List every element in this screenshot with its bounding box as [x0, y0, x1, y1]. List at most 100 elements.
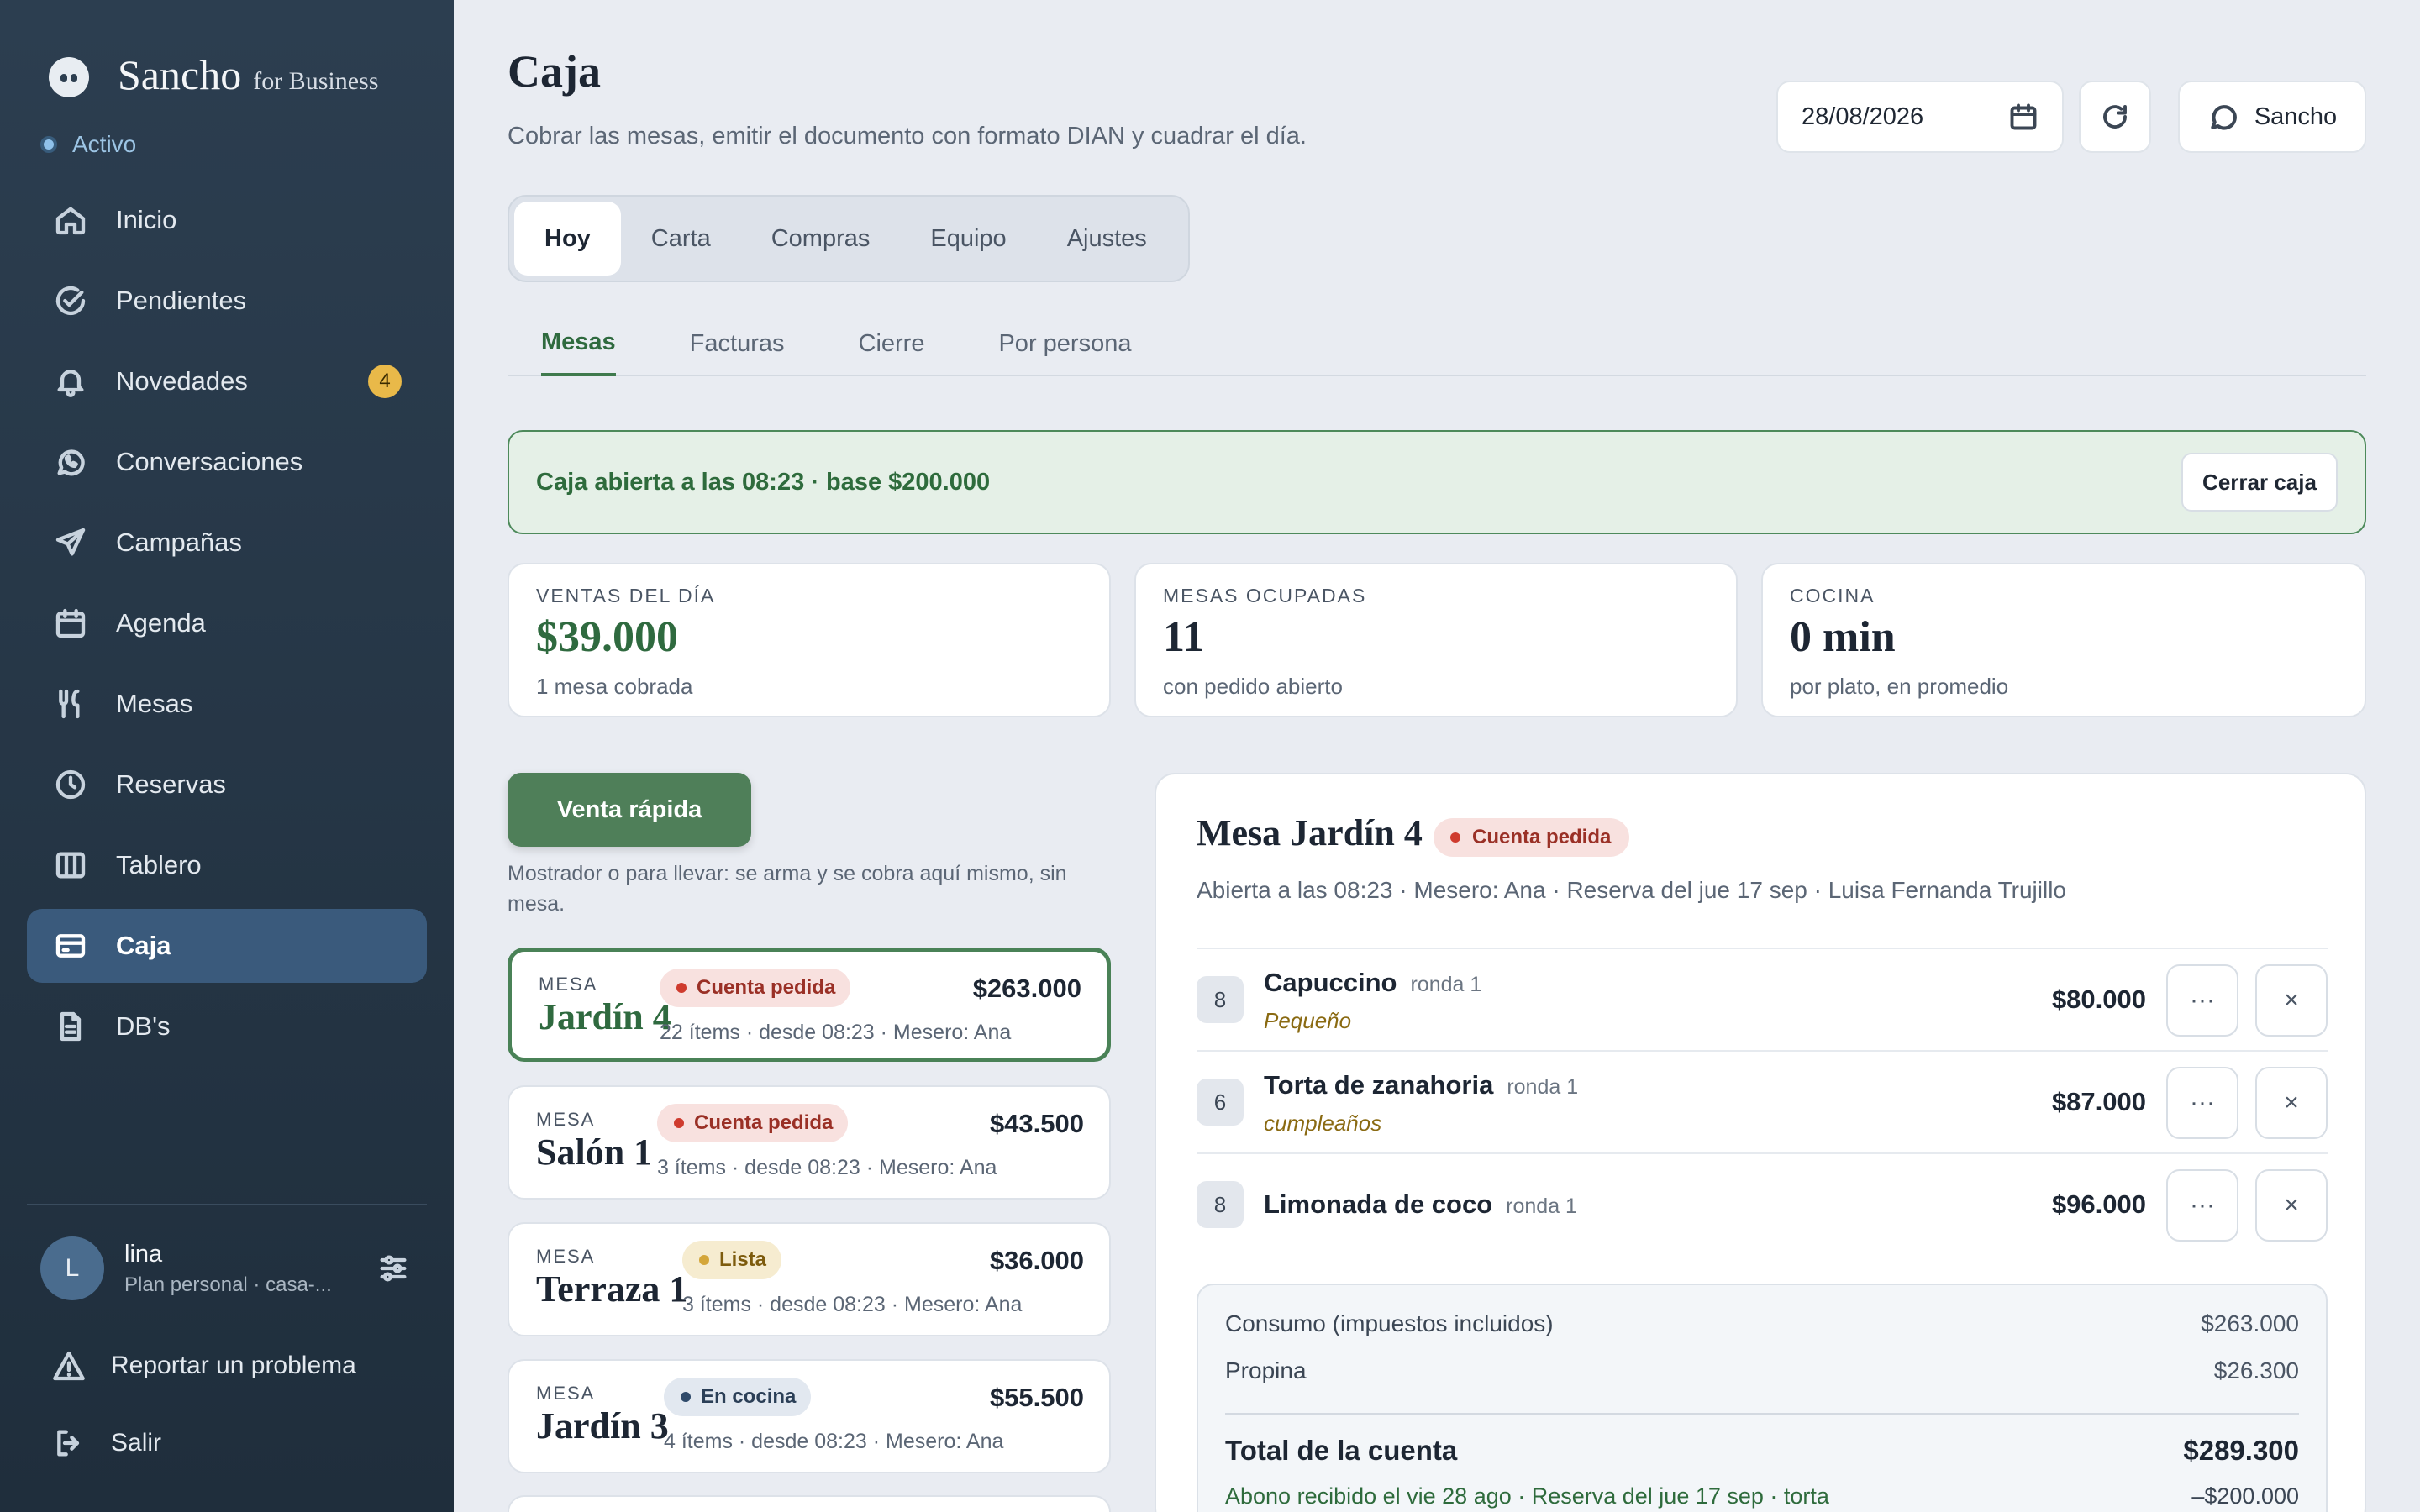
sancho-logo-icon — [49, 57, 89, 97]
user-profile[interactable]: L lina Plan personal · casa-... — [40, 1236, 410, 1300]
order-line: 8 Limonada de coco ronda 1 $96.000 ··· × — [1197, 1154, 2328, 1257]
refresh-icon — [2103, 105, 2127, 129]
table-card-next[interactable] — [508, 1495, 1111, 1512]
main-tabs: Hoy Carta Compras Equipo Ajustes — [508, 195, 1190, 282]
table-card-jardin-4[interactable]: MESA Jardín 4 Cuenta pedida $263.000 22 … — [508, 948, 1111, 1062]
subtab-facturas[interactable]: Facturas — [690, 311, 785, 376]
kpi-value: $39.000 — [536, 613, 678, 661]
sidebar-item-label: Agenda — [116, 608, 206, 638]
remove-line-button[interactable]: × — [2255, 1067, 2328, 1139]
status-indicator: Activo — [40, 131, 136, 158]
more-options-button[interactable]: ··· — [2166, 1067, 2238, 1139]
subtab-por-persona[interactable]: Por persona — [998, 311, 1131, 376]
user-plan: Plan personal · casa-... — [124, 1273, 332, 1296]
status-badge: Cuenta pedida — [1434, 818, 1630, 857]
check-circle-icon — [54, 284, 87, 318]
page-title: Caja — [508, 46, 601, 97]
report-problem-link[interactable]: Reportar un problema — [52, 1341, 356, 1391]
totals-propina-row: Propina $26.300 — [1225, 1357, 2299, 1404]
total-value: $289.300 — [2183, 1435, 2299, 1466]
sidebar-item-conversaciones[interactable]: Conversaciones — [27, 425, 427, 499]
line-note: Pequeño — [1264, 1008, 1352, 1033]
sancho-button-label: Sancho — [2254, 102, 2338, 130]
table-card-jardin-3[interactable]: MESA Jardín 3 En cocina $55.500 4 ítems … — [508, 1359, 1111, 1473]
calendar-icon — [54, 606, 87, 640]
line-name-text: Torta de zanahoria — [1264, 1070, 1494, 1100]
sidebar: Sancho for Business Activo Inicio Pendie… — [0, 0, 454, 1512]
sidebar-item-novedades[interactable]: Novedades 4 — [27, 344, 427, 418]
totals-value: $26.300 — [2213, 1357, 2299, 1383]
sidebar-item-label: Pendientes — [116, 286, 247, 315]
status-badge: Lista — [682, 1241, 782, 1279]
sidebar-item-label: Caja — [116, 931, 171, 960]
tab-ajustes[interactable]: Ajustes — [1037, 202, 1177, 276]
table-detail-panel: Mesa Jardín 4 Cuenta pedida Abierta a la… — [1155, 773, 2366, 1512]
totals-consumo-row: Consumo (impuestos incluidos) $263.000 — [1225, 1310, 2299, 1357]
refresh-button[interactable] — [2079, 81, 2151, 153]
sancho-assistant-button[interactable]: Sancho — [2178, 81, 2366, 153]
cash-open-banner: Caja abierta a las 08:23 · base $200.000… — [508, 430, 2366, 534]
status-badge-label: Lista — [719, 1248, 767, 1271]
brand[interactable]: Sancho for Business — [49, 49, 378, 99]
send-icon — [54, 526, 87, 559]
logout-label: Salir — [111, 1429, 162, 1457]
remove-line-button[interactable]: × — [2255, 964, 2328, 1037]
sidebar-item-mesas[interactable]: Mesas — [27, 667, 427, 741]
tab-equipo[interactable]: Equipo — [900, 202, 1036, 276]
sidebar-item-campanas[interactable]: Campañas — [27, 506, 427, 580]
totals-total-row: Total de la cuenta $289.300 — [1225, 1435, 2299, 1483]
bell-icon — [54, 365, 87, 398]
date-picker[interactable]: 28/08/2026 — [1776, 81, 2064, 153]
banner-text: Caja abierta a las 08:23 · base $200.000 — [536, 468, 991, 496]
more-options-button[interactable]: ··· — [2166, 1169, 2238, 1242]
kpi-label: COCINA — [1790, 585, 1876, 606]
document-icon — [54, 1010, 87, 1043]
sidebar-nav: Inicio Pendientes Novedades 4 Conversaci… — [27, 183, 427, 1070]
status-badge: En cocina — [664, 1378, 812, 1416]
status-badge: Cuenta pedida — [660, 969, 851, 1007]
totals-divider — [1225, 1413, 2299, 1415]
tab-compras[interactable]: Compras — [741, 202, 901, 276]
sidebar-item-pendientes[interactable]: Pendientes — [27, 264, 427, 338]
line-round: ronda 1 — [1410, 973, 1482, 996]
table-amount: $43.500 — [989, 1109, 1084, 1138]
kpi-note: por plato, en promedio — [1790, 674, 2009, 699]
sidebar-item-dbs[interactable]: DB's — [27, 990, 427, 1063]
sliders-icon[interactable] — [376, 1252, 410, 1285]
line-name: Capuccino ronda 1 — [1264, 968, 1481, 998]
logout-icon — [52, 1426, 86, 1460]
status-badge: Cuenta pedida — [657, 1104, 849, 1142]
sidebar-item-tablero[interactable]: Tablero — [27, 828, 427, 902]
sidebar-item-inicio[interactable]: Inicio — [27, 183, 427, 257]
more-options-button[interactable]: ··· — [2166, 964, 2238, 1037]
home-icon — [54, 203, 87, 237]
close-cash-button[interactable]: Cerrar caja — [2181, 453, 2338, 512]
line-amount: $80.000 — [2051, 984, 2146, 1014]
calendar-icon — [2010, 103, 2037, 130]
card-icon — [54, 929, 87, 963]
sidebar-item-agenda[interactable]: Agenda — [27, 586, 427, 660]
line-name: Torta de zanahoria ronda 1 — [1264, 1070, 1578, 1100]
status-label: Activo — [72, 131, 137, 157]
table-card-salon-1[interactable]: MESA Salón 1 Cuenta pedida $43.500 3 íte… — [508, 1085, 1111, 1200]
sidebar-item-label: Mesas — [116, 689, 193, 718]
logout-link[interactable]: Salir — [52, 1418, 161, 1468]
sidebar-item-reservas[interactable]: Reservas — [27, 748, 427, 822]
page-subtitle: Cobrar las mesas, emitir el documento co… — [508, 123, 1307, 150]
table-card-terraza-1[interactable]: MESA Terraza 1 Lista $36.000 3 ítems · d… — [508, 1222, 1111, 1336]
sidebar-item-caja[interactable]: Caja — [27, 909, 427, 983]
table-meta: 4 ítems · desde 08:23 · Mesero: Ana — [664, 1430, 1004, 1453]
subtab-cierre[interactable]: Cierre — [859, 311, 925, 376]
quick-sale-button[interactable]: Venta rápida — [508, 773, 751, 847]
brand-name: Sancho — [118, 51, 242, 98]
subtab-mesas[interactable]: Mesas — [541, 311, 616, 376]
line-quantity: 6 — [1197, 1079, 1244, 1126]
chat-bubble-icon — [2211, 105, 2237, 130]
status-dot-icon — [40, 136, 57, 153]
sidebar-item-label: DB's — [116, 1011, 171, 1041]
table-mesa-label: MESA — [536, 1109, 596, 1130]
remove-line-button[interactable]: × — [2255, 1169, 2328, 1242]
tab-hoy[interactable]: Hoy — [514, 202, 621, 276]
tab-carta[interactable]: Carta — [621, 202, 741, 276]
kpi-value: 11 — [1163, 613, 1205, 661]
